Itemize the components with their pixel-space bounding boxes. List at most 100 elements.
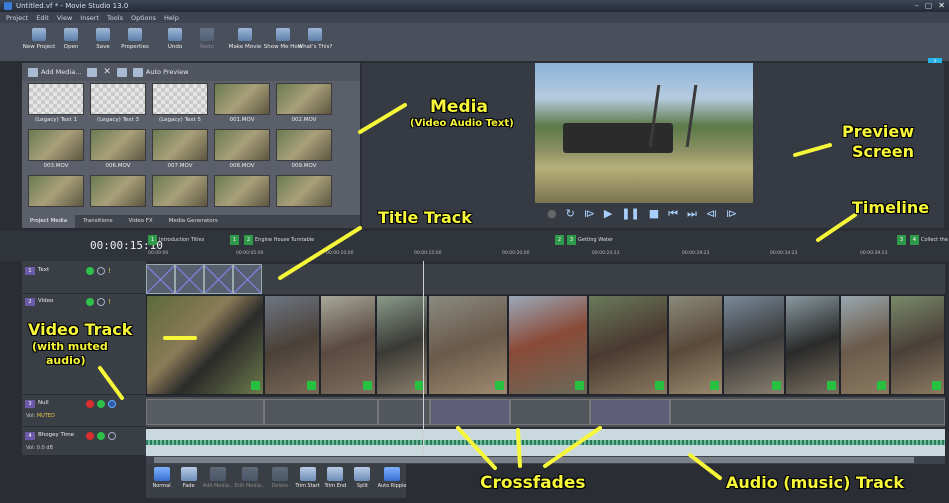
timeline-ruler[interactable]: 00:00:00 00:00:05:00 00:00:10:00 00:00:1…: [146, 251, 946, 261]
video-clip[interactable]: [723, 295, 785, 395]
whats-this-button[interactable]: What's This?: [298, 23, 332, 50]
null-audio-track[interactable]: [146, 397, 945, 427]
add-media-tool-button[interactable]: Add Media...: [203, 467, 234, 498]
timeline-marker[interactable]: 2 Engine House Turntable: [244, 234, 314, 245]
mute-icon[interactable]: [97, 298, 105, 306]
timeline-marker[interactable]: 1: [230, 234, 239, 245]
media-item[interactable]: (Legacy) Text 5: [152, 83, 208, 123]
fx-icon[interactable]: [86, 298, 94, 306]
go-to-start-icon[interactable]: ⏮: [668, 208, 678, 219]
trim-end-button[interactable]: Trim End: [324, 467, 347, 498]
title-clip[interactable]: [146, 264, 175, 294]
menu-options[interactable]: Options: [131, 14, 156, 22]
track-header-audio[interactable]: 4 Bhogey Time Vol: 0.0 dB: [22, 429, 146, 456]
menu-project[interactable]: Project: [6, 14, 28, 22]
mute-icon[interactable]: [97, 267, 105, 275]
go-to-end-icon[interactable]: ⏭: [687, 208, 697, 219]
music-audio-track[interactable]: [146, 429, 945, 456]
menu-tools[interactable]: Tools: [107, 14, 123, 22]
stop-icon[interactable]: ■: [649, 208, 659, 219]
media-item[interactable]: [276, 175, 332, 207]
media-item[interactable]: [90, 175, 146, 207]
properties-button[interactable]: Properties: [120, 23, 150, 50]
track-header-text[interactable]: 1 Text !: [22, 264, 146, 294]
media-item[interactable]: [214, 175, 270, 207]
media-item[interactable]: 009.MOV: [276, 129, 332, 169]
undo-button[interactable]: Undo: [160, 23, 190, 50]
add-media-button[interactable]: Add Media...: [28, 67, 81, 77]
open-button[interactable]: Open: [56, 23, 86, 50]
media-item[interactable]: 007.MOV: [152, 129, 208, 169]
video-clip[interactable]: [668, 295, 723, 395]
delete-button[interactable]: Delete: [268, 467, 291, 498]
close-button[interactable]: ✕: [938, 1, 945, 10]
minimize-button[interactable]: –: [915, 1, 919, 10]
crossfade[interactable]: [590, 399, 670, 425]
play-from-start-icon[interactable]: ⧐: [584, 208, 595, 219]
media-item[interactable]: 001.MOV: [214, 83, 270, 123]
fx-icon[interactable]: [97, 400, 105, 408]
video-clip[interactable]: [840, 295, 890, 395]
video-clip[interactable]: [146, 295, 264, 395]
tab-transitions[interactable]: Transitions: [75, 215, 120, 228]
menu-view[interactable]: View: [57, 14, 72, 22]
maximize-button[interactable]: ▢: [925, 1, 933, 10]
clip-fx-icon[interactable]: [575, 381, 584, 390]
clip-fx-icon[interactable]: [307, 381, 316, 390]
video-clip[interactable]: [428, 295, 508, 395]
track-header-null[interactable]: 3 Null Vol: MUTED: [22, 397, 146, 427]
new-project-button[interactable]: New Project: [23, 23, 55, 50]
clip-fx-icon[interactable]: [495, 381, 504, 390]
auto-ripple-button[interactable]: Auto Ripple: [378, 467, 406, 498]
next-frame-icon[interactable]: ⧐: [726, 208, 737, 219]
video-track[interactable]: [146, 295, 945, 395]
menu-insert[interactable]: Insert: [80, 14, 99, 22]
clip-fx-icon[interactable]: [655, 381, 664, 390]
audio-event[interactable]: [510, 399, 590, 425]
solo-icon[interactable]: !: [108, 267, 111, 290]
video-clip[interactable]: [320, 295, 376, 395]
timeline-scrollbar[interactable]: [146, 456, 945, 464]
fx-icon[interactable]: [86, 267, 94, 275]
video-clip[interactable]: [890, 295, 945, 395]
media-item[interactable]: (Legacy) Text 3: [90, 83, 146, 123]
fade-button[interactable]: Fade: [177, 467, 200, 498]
title-clip[interactable]: [233, 264, 262, 294]
menu-help[interactable]: Help: [164, 14, 179, 22]
video-clip[interactable]: [785, 295, 840, 395]
edit-media-button[interactable]: Edit Media...: [235, 467, 266, 498]
media-item[interactable]: 006.MOV: [90, 129, 146, 169]
video-clip[interactable]: [508, 295, 588, 395]
audio-event[interactable]: [146, 399, 264, 425]
tab-project-media[interactable]: Project Media: [22, 215, 76, 228]
split-button[interactable]: Split: [351, 467, 374, 498]
video-clip[interactable]: [376, 295, 428, 395]
record-arm-icon[interactable]: [86, 432, 94, 440]
pause-icon[interactable]: ❚❚: [621, 208, 639, 219]
trim-start-button[interactable]: Trim Start: [295, 467, 320, 498]
clip-fx-icon[interactable]: [251, 381, 260, 390]
refresh-icon[interactable]: [87, 67, 98, 77]
playhead[interactable]: [423, 261, 424, 456]
tab-media-generators[interactable]: Media Generators: [161, 215, 226, 228]
crossfade[interactable]: [430, 399, 510, 425]
mute-icon[interactable]: [108, 400, 116, 408]
clip-fx-icon[interactable]: [827, 381, 836, 390]
media-item[interactable]: 008.MOV: [214, 129, 270, 169]
auto-preview-button[interactable]: Auto Preview: [132, 67, 188, 77]
title-track[interactable]: [146, 264, 945, 294]
media-item[interactable]: 003.MOV: [28, 129, 84, 169]
mute-icon[interactable]: [108, 432, 116, 440]
title-clip[interactable]: [175, 264, 204, 294]
timeline-marker[interactable]: 2: [555, 234, 564, 245]
timeline-marker[interactable]: 4 Collect the: [910, 234, 948, 245]
fx-icon[interactable]: [97, 432, 105, 440]
normal-button[interactable]: Normal: [150, 467, 173, 498]
show-me-how-button[interactable]: Show Me How: [264, 23, 302, 50]
clip-fx-icon[interactable]: [772, 381, 781, 390]
tab-video-fx[interactable]: Video FX: [121, 215, 161, 228]
remove-icon[interactable]: ✕: [103, 67, 111, 77]
video-clip[interactable]: [264, 295, 320, 395]
audio-event[interactable]: [264, 399, 378, 425]
previous-frame-icon[interactable]: ⧏: [706, 208, 717, 219]
